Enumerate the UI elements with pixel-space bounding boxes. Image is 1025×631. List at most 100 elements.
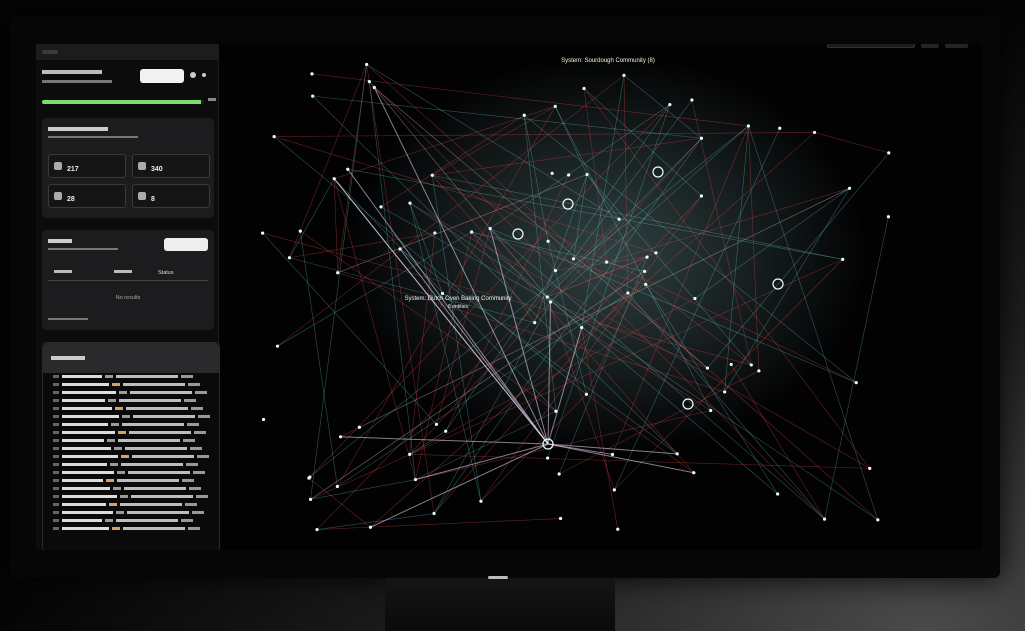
graph-node[interactable] bbox=[612, 488, 616, 492]
tab-3[interactable] bbox=[86, 50, 102, 54]
graph-node[interactable] bbox=[308, 497, 313, 501]
graph-node[interactable] bbox=[749, 363, 753, 367]
tab-2[interactable] bbox=[64, 50, 80, 54]
graph-node[interactable] bbox=[886, 215, 891, 219]
graph-area[interactable]: System: Sourdough Community (8) System: D… bbox=[218, 44, 982, 550]
graph-node[interactable] bbox=[822, 517, 827, 521]
graph-node[interactable] bbox=[433, 231, 437, 235]
graph-node[interactable] bbox=[553, 104, 557, 108]
graph-node[interactable] bbox=[604, 260, 609, 264]
graph-node[interactable] bbox=[368, 525, 373, 529]
chevron-icon[interactable] bbox=[202, 73, 206, 77]
graph-node[interactable] bbox=[372, 85, 376, 90]
graph-node[interactable] bbox=[643, 269, 647, 273]
graph-node[interactable] bbox=[379, 205, 383, 209]
graph-node[interactable] bbox=[757, 369, 761, 373]
graph-node[interactable] bbox=[548, 300, 553, 304]
graph-node[interactable] bbox=[645, 255, 649, 259]
graph-node[interactable] bbox=[287, 256, 292, 260]
graph-node[interactable] bbox=[626, 291, 630, 295]
graph-node[interactable] bbox=[616, 527, 620, 531]
graph-node[interactable] bbox=[315, 527, 319, 532]
graph-node[interactable] bbox=[841, 257, 845, 261]
search-button[interactable] bbox=[164, 238, 208, 251]
graph-node[interactable] bbox=[307, 476, 311, 480]
graph-node[interactable] bbox=[522, 113, 526, 117]
graph-node[interactable] bbox=[332, 177, 336, 181]
graph-node[interactable] bbox=[261, 417, 266, 422]
graph-node[interactable] bbox=[310, 72, 314, 76]
graph-node[interactable] bbox=[622, 73, 626, 77]
graph-node[interactable] bbox=[298, 229, 302, 233]
graph-node[interactable] bbox=[868, 466, 872, 470]
graph-node[interactable] bbox=[585, 172, 589, 177]
graph-node[interactable] bbox=[470, 230, 474, 234]
graph-node[interactable] bbox=[582, 86, 586, 91]
graph-node[interactable] bbox=[567, 173, 571, 177]
graph-node[interactable] bbox=[692, 471, 696, 475]
terminal-log[interactable] bbox=[53, 373, 217, 535]
graph-node[interactable] bbox=[690, 98, 694, 102]
graph-node[interactable] bbox=[729, 362, 733, 367]
graph-node[interactable] bbox=[488, 226, 492, 231]
graph-node[interactable] bbox=[408, 452, 412, 456]
graph-node[interactable] bbox=[346, 167, 350, 171]
graph-node[interactable] bbox=[847, 186, 852, 190]
graph-node[interactable] bbox=[275, 344, 280, 348]
graph-node[interactable] bbox=[610, 452, 615, 457]
graph-node[interactable] bbox=[580, 325, 584, 330]
graph-node[interactable] bbox=[261, 231, 265, 235]
graph-node[interactable] bbox=[550, 171, 554, 175]
graph-node[interactable] bbox=[440, 291, 445, 296]
graph-node[interactable] bbox=[617, 217, 621, 221]
graph-node[interactable] bbox=[746, 124, 750, 128]
graph-node[interactable] bbox=[444, 429, 448, 433]
graph-node[interactable] bbox=[367, 79, 371, 84]
graph-node[interactable] bbox=[554, 409, 558, 413]
graph-node[interactable] bbox=[854, 381, 858, 385]
tab-1[interactable] bbox=[42, 50, 58, 54]
settings-icon[interactable] bbox=[190, 72, 196, 78]
graph-node[interactable] bbox=[432, 511, 436, 516]
graph-node[interactable] bbox=[272, 134, 276, 139]
toolbar-button-1[interactable] bbox=[921, 44, 939, 48]
graph-node[interactable] bbox=[335, 484, 339, 489]
graph-node[interactable] bbox=[558, 516, 563, 521]
graph-node[interactable] bbox=[357, 425, 361, 429]
graph-node[interactable] bbox=[709, 408, 713, 413]
primary-action-button[interactable] bbox=[140, 69, 184, 83]
graph-node[interactable] bbox=[365, 62, 369, 67]
graph-node[interactable] bbox=[311, 94, 315, 98]
graph-node[interactable] bbox=[675, 452, 679, 456]
graph-node[interactable] bbox=[430, 173, 434, 177]
graph-node[interactable] bbox=[668, 102, 672, 107]
graph-node[interactable] bbox=[887, 151, 891, 155]
graph-node[interactable] bbox=[705, 366, 710, 370]
graph-node[interactable] bbox=[876, 518, 880, 522]
graph-node[interactable] bbox=[812, 130, 817, 135]
graph-node[interactable] bbox=[584, 392, 589, 396]
graph-node[interactable] bbox=[545, 295, 549, 299]
graph-node[interactable] bbox=[479, 499, 483, 503]
graph-node[interactable] bbox=[557, 472, 561, 476]
graph-node[interactable] bbox=[723, 390, 727, 394]
graph-node[interactable] bbox=[699, 136, 704, 140]
knowledge-graph[interactable]: System: Sourdough Community (8) System: D… bbox=[218, 44, 982, 550]
graph-node[interactable] bbox=[413, 477, 418, 482]
graph-node[interactable] bbox=[398, 247, 402, 251]
graph-node[interactable] bbox=[778, 126, 782, 130]
graph-node[interactable] bbox=[434, 422, 439, 426]
graph-search-input[interactable] bbox=[827, 44, 916, 48]
graph-node[interactable] bbox=[644, 282, 648, 287]
graph-node[interactable] bbox=[654, 251, 658, 255]
graph-node[interactable] bbox=[546, 239, 550, 243]
graph-node[interactable] bbox=[693, 296, 697, 301]
toolbar-button-2[interactable] bbox=[944, 44, 968, 48]
graph-node[interactable] bbox=[408, 201, 412, 205]
graph-node[interactable] bbox=[776, 492, 780, 496]
graph-node[interactable] bbox=[546, 456, 550, 460]
graph-node[interactable] bbox=[553, 268, 558, 273]
graph-node[interactable] bbox=[336, 271, 340, 275]
graph-node[interactable] bbox=[699, 194, 704, 198]
graph-node[interactable] bbox=[571, 257, 576, 261]
